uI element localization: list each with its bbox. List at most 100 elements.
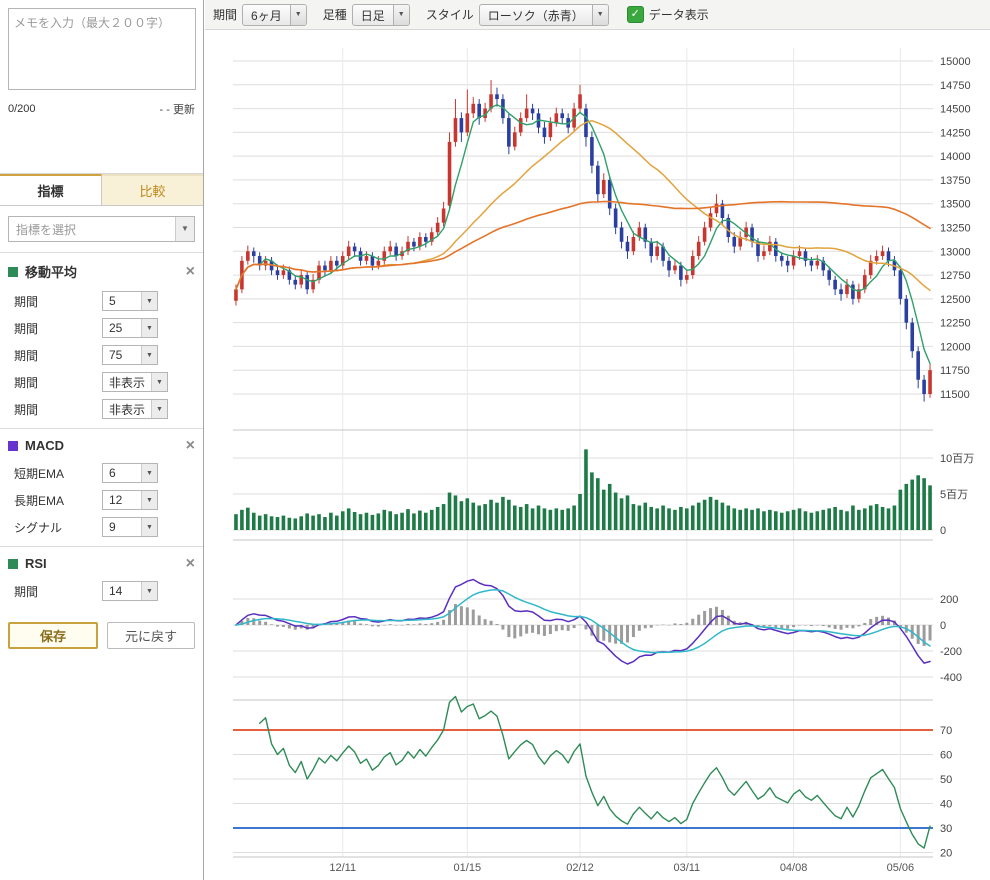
bartype-select[interactable]: 日足▼ — [352, 4, 410, 26]
macd-slow-label: 長期EMA — [14, 492, 102, 509]
svg-text:11500: 11500 — [940, 389, 970, 401]
close-icon[interactable]: × — [186, 439, 195, 453]
period-select[interactable]: 6ヶ月▼ — [242, 4, 307, 26]
sma-color-swatch — [8, 267, 18, 277]
panel-title-sma: 移動平均 — [25, 262, 77, 281]
svg-text:40: 40 — [940, 799, 952, 811]
chevron-down-icon: ▼ — [151, 373, 167, 391]
close-icon[interactable]: × — [186, 265, 195, 279]
sma-period-1-select[interactable]: 5▼ — [102, 291, 158, 311]
style-label: スタイル — [426, 6, 474, 23]
svg-text:12500: 12500 — [940, 294, 971, 306]
chevron-down-icon: ▼ — [141, 491, 157, 509]
chevron-down-icon: ▼ — [141, 518, 157, 536]
panel-title-macd: MACD — [25, 438, 64, 453]
chevron-down-icon: ▼ — [151, 400, 167, 418]
close-icon[interactable]: × — [186, 557, 195, 571]
sidebar-tabs: 指標 比較 — [0, 173, 203, 206]
memo-counter: 0/200 — [8, 103, 36, 115]
style-select[interactable]: ローソク（赤青）▼ — [479, 4, 609, 26]
sidebar: 0/200 - - 更新 指標 比較 指標を選択 ▼ 移動平均 × 期間 5▼ — [0, 0, 204, 880]
svg-text:02/12: 02/12 — [566, 862, 594, 874]
memo-update-button[interactable]: - - 更新 — [160, 101, 195, 117]
rsi-period-select[interactable]: 14▼ — [102, 581, 158, 601]
x-axis-labels: 12/11 01/15 02/12 03/11 04/08 05/06 — [329, 862, 914, 874]
tab-compare[interactable]: 比較 — [102, 174, 203, 205]
chevron-down-icon: ▼ — [141, 582, 157, 600]
memo-update-prefix: - - — [160, 104, 170, 116]
sma-period-4-select[interactable]: 非表示▼ — [102, 372, 168, 392]
reset-button[interactable]: 元に戻す — [107, 622, 195, 649]
macd-signal-label: シグナル — [14, 519, 102, 536]
indicator-select-placeholder: 指標を選択 — [9, 221, 76, 238]
memo-input[interactable] — [8, 8, 196, 90]
chart-main: 期間 6ヶ月▼ 足種 日足▼ スタイル ローソク（赤青）▼ ✓ データ表示 15… — [205, 0, 990, 880]
svg-text:13000: 13000 — [940, 246, 971, 258]
macd-fast-select[interactable]: 6▼ — [102, 463, 158, 483]
svg-text:14750: 14750 — [940, 80, 971, 92]
chart-toolbar: 期間 6ヶ月▼ 足種 日足▼ スタイル ローソク（赤青）▼ ✓ データ表示 — [205, 0, 990, 30]
sma-period-2-select[interactable]: 25▼ — [102, 318, 158, 338]
svg-text:14250: 14250 — [940, 127, 971, 139]
svg-text:20: 20 — [940, 848, 952, 860]
price-pane — [234, 80, 932, 402]
svg-text:13500: 13500 — [940, 199, 971, 211]
chevron-down-icon: ▼ — [141, 319, 157, 337]
stock-chart[interactable]: 1500014750145001425014000137501350013250… — [205, 30, 990, 880]
period-label: 期間 — [213, 6, 237, 23]
data-display-checkbox[interactable]: ✓ — [627, 6, 644, 23]
save-button[interactable]: 保存 — [8, 622, 98, 649]
svg-text:0: 0 — [940, 525, 946, 537]
svg-text:-400: -400 — [940, 672, 962, 684]
sma-period-5-select[interactable]: 非表示▼ — [102, 399, 168, 419]
sma-period-1-label: 期間 — [14, 293, 102, 310]
svg-text:50: 50 — [940, 774, 952, 786]
indicator-select[interactable]: 指標を選択 ▼ — [8, 216, 195, 242]
svg-text:12000: 12000 — [940, 341, 971, 353]
chevron-down-icon: ▼ — [290, 5, 306, 25]
tab-indicator[interactable]: 指標 — [0, 174, 102, 205]
macd-signal-select[interactable]: 9▼ — [102, 517, 158, 537]
svg-text:01/15: 01/15 — [454, 862, 482, 874]
rsi-color-swatch — [8, 559, 18, 569]
svg-text:12250: 12250 — [940, 318, 971, 330]
svg-text:11750: 11750 — [940, 365, 970, 377]
panel-moving-average: 移動平均 × 期間 5▼ 期間 25▼ 期間 75▼ 期間 非表示▼ 期間 非表… — [0, 252, 203, 428]
sma-period-5-label: 期間 — [14, 401, 102, 418]
svg-text:13750: 13750 — [940, 175, 971, 187]
macd-slow-select[interactable]: 12▼ — [102, 490, 158, 510]
svg-text:04/08: 04/08 — [780, 862, 808, 874]
svg-text:5百万: 5百万 — [940, 489, 968, 501]
rsi-period-label: 期間 — [14, 583, 102, 600]
chevron-down-icon: ▼ — [141, 346, 157, 364]
svg-text:12750: 12750 — [940, 270, 971, 282]
sidebar-buttons: 保存 元に戻す — [0, 610, 203, 649]
svg-text:03/11: 03/11 — [673, 862, 700, 874]
chevron-down-icon: ▼ — [141, 464, 157, 482]
chart-application: 0/200 - - 更新 指標 比較 指標を選択 ▼ 移動平均 × 期間 5▼ — [0, 0, 990, 880]
svg-text:10百万: 10百万 — [940, 453, 974, 465]
macd-fast-label: 短期EMA — [14, 465, 102, 482]
svg-text:30: 30 — [940, 823, 952, 835]
svg-text:05/06: 05/06 — [887, 862, 915, 874]
svg-text:70: 70 — [940, 725, 952, 737]
svg-text:12/11: 12/11 — [329, 862, 356, 874]
svg-text:14000: 14000 — [940, 151, 971, 163]
rsi-pane — [233, 697, 933, 849]
memo-update-label: 更新 — [173, 104, 195, 116]
sma-period-2-label: 期間 — [14, 320, 102, 337]
chevron-down-icon: ▼ — [592, 5, 608, 25]
sma-period-3-select[interactable]: 75▼ — [102, 345, 158, 365]
memo-block: 0/200 - - 更新 — [0, 0, 203, 117]
sma-period-3-label: 期間 — [14, 347, 102, 364]
macd-color-swatch — [8, 441, 18, 451]
svg-text:14500: 14500 — [940, 104, 971, 116]
svg-text:200: 200 — [940, 594, 958, 606]
chevron-down-icon: ▼ — [393, 5, 409, 25]
check-icon: ✓ — [631, 8, 640, 20]
svg-text:0: 0 — [940, 620, 946, 632]
panel-macd: MACD × 短期EMA 6▼ 長期EMA 12▼ シグナル 9▼ — [0, 428, 203, 546]
data-display-label: データ表示 — [649, 6, 709, 23]
axis-labels: 1500014750145001425014000137501350013250… — [940, 56, 974, 860]
grid — [233, 48, 933, 857]
